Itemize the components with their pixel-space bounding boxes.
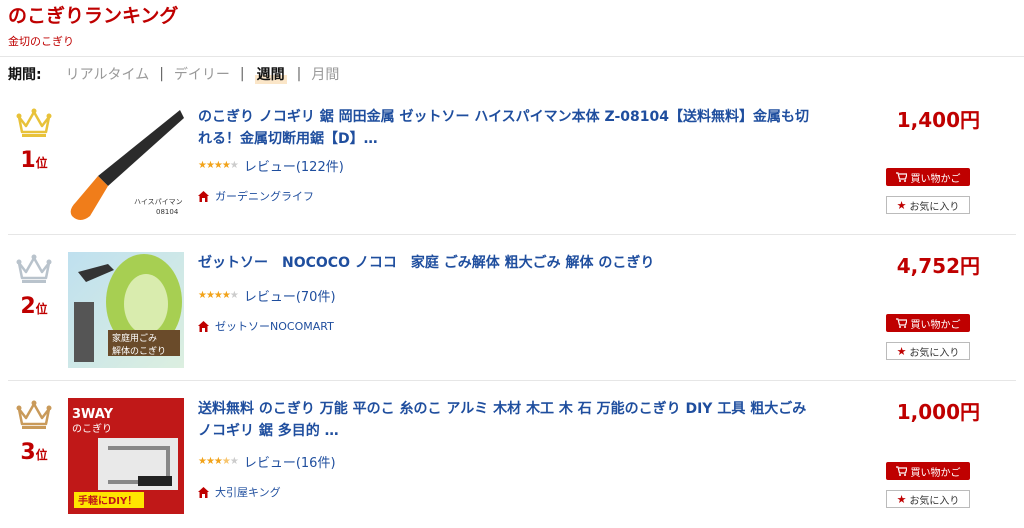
svg-text:のこぎり: のこぎり — [72, 422, 112, 435]
saw-image-icon: ハイスパイマン 08104 — [70, 110, 184, 220]
add-to-cart-button[interactable]: 買い物かご — [886, 462, 970, 480]
cart-label: 買い物かご — [910, 319, 961, 331]
product-image[interactable]: 3WAY のこぎり 手軽にDIY！ — [68, 398, 184, 514]
period-separator: | — [239, 66, 245, 82]
shop-home-icon — [198, 486, 209, 498]
rating-stars: ★★★★★ — [198, 290, 239, 301]
ranking-item: 2位 家庭用ごみ 解体のこぎり ゼットソー NOCOCO ノココ 家庭 ごみ解体… — [8, 240, 1016, 381]
ranking-item: 3位 3WAY のこぎり 手軽にDIY！ 送料無料 のこぎり 万能 平のこ 糸の… — [8, 386, 1016, 526]
rank-badge: 3位 — [8, 400, 60, 465]
period-label: 期間: — [8, 67, 42, 83]
product-image[interactable]: ハイスパイマン 08104 — [68, 106, 184, 222]
review-link[interactable]: レビュー(70件) — [244, 286, 336, 305]
period-option-realtime[interactable]: リアルタイム — [66, 64, 150, 84]
shop-name[interactable]: 大引屋キング — [215, 484, 281, 500]
favorite-star-icon: ★ — [896, 344, 907, 358]
review-area[interactable]: ★★★★★ レビュー(70件) — [198, 286, 336, 305]
favorite-star-icon: ★ — [896, 198, 907, 212]
review-area[interactable]: ★★★★★ レビュー(122件) — [198, 156, 344, 175]
product-name-link[interactable]: ゼットソー NOCOCO ノココ 家庭 ごみ解体 粗大ごみ 解体 のこぎり — [198, 252, 818, 274]
shop-name[interactable]: ガーデニングライフ — [215, 188, 314, 204]
rating-stars: ★★★★★ — [198, 456, 239, 467]
period-option-monthly[interactable]: 月間 — [311, 64, 339, 84]
product-name-link[interactable]: 送料無料 のこぎり 万能 平のこ 糸のこ アルミ 木材 木工 木 石 万能のこぎ… — [198, 398, 818, 442]
product-image[interactable]: 家庭用ごみ 解体のこぎり — [68, 252, 184, 368]
review-link[interactable]: レビュー(122件) — [244, 156, 344, 175]
favorite-label: お気に入り — [909, 347, 960, 359]
period-option-weekly[interactable]: 週間 — [254, 64, 287, 84]
price: 1,000円 — [896, 400, 980, 424]
review-link[interactable]: レビュー(16件) — [244, 452, 336, 471]
cart-label: 買い物かご — [910, 173, 961, 185]
period-selector: 期間: リアルタイム | デイリー | 週間 | 月間 — [8, 64, 339, 84]
svg-text:08104: 08104 — [156, 208, 179, 216]
review-area[interactable]: ★★★★★ レビュー(16件) — [198, 452, 336, 471]
rank-number: 3位 — [20, 440, 48, 465]
rank-number: 2位 — [20, 294, 48, 319]
page-header: のこぎりランキング 金切のこぎり — [8, 4, 178, 49]
period-separator: | — [296, 66, 302, 82]
page-subtitle: 金切のこぎり — [8, 35, 74, 48]
svg-text:手軽にDIY！: 手軽にDIY！ — [78, 494, 137, 507]
rank-number: 1位 — [20, 148, 48, 173]
bronze-crown-icon — [16, 400, 52, 429]
cart-icon — [895, 172, 907, 182]
price: 4,752円 — [896, 254, 980, 278]
cart-label: 買い物かご — [910, 467, 961, 479]
svg-text:3WAY: 3WAY — [72, 407, 114, 422]
cart-icon — [895, 466, 907, 476]
cart-icon — [895, 318, 907, 328]
favorite-button[interactable]: ★ お気に入り — [886, 490, 970, 508]
svg-text:ハイスパイマン: ハイスパイマン — [134, 198, 183, 206]
favorite-star-icon: ★ — [896, 492, 907, 506]
shop-home-icon — [198, 320, 209, 332]
favorite-button[interactable]: ★ お気に入り — [886, 196, 970, 214]
favorite-button[interactable]: ★ お気に入り — [886, 342, 970, 360]
saw-product-photo-icon: 3WAY のこぎり 手軽にDIY！ — [72, 407, 178, 508]
ranking-item: 1位 ハイスパイマン 08104 のこぎり ノコギリ 鋸 岡田金属 ゼットソー … — [8, 94, 1016, 235]
shop-name[interactable]: ゼットソーNOCOMART — [215, 318, 334, 334]
rank-badge: 2位 — [8, 254, 60, 319]
period-separator: | — [159, 66, 164, 82]
add-to-cart-button[interactable]: 買い物かご — [886, 314, 970, 332]
rating-stars: ★★★★★ — [198, 160, 239, 171]
gold-crown-icon — [16, 108, 52, 137]
add-to-cart-button[interactable]: 買い物かご — [886, 168, 970, 186]
shop-home-icon — [198, 190, 209, 202]
shop-link[interactable]: ゼットソーNOCOMART — [198, 318, 334, 334]
saw-product-photo-icon: 家庭用ごみ 解体のこぎり — [74, 254, 182, 362]
silver-crown-icon — [16, 254, 52, 283]
svg-text:解体のこぎり: 解体のこぎり — [112, 345, 166, 357]
rank-badge: 1位 — [8, 108, 60, 173]
page-title: のこぎりランキング — [8, 5, 179, 27]
svg-text:家庭用ごみ: 家庭用ごみ — [112, 332, 157, 344]
shop-link[interactable]: ガーデニングライフ — [198, 188, 314, 204]
divider — [0, 56, 1024, 57]
period-option-daily[interactable]: デイリー — [174, 64, 230, 84]
product-name-link[interactable]: のこぎり ノコギリ 鋸 岡田金属 ゼットソー ハイスパイマン本体 Z-08104… — [198, 106, 818, 150]
favorite-label: お気に入り — [909, 495, 960, 507]
price: 1,400円 — [896, 108, 980, 132]
favorite-label: お気に入り — [909, 201, 960, 213]
shop-link[interactable]: 大引屋キング — [198, 484, 281, 500]
